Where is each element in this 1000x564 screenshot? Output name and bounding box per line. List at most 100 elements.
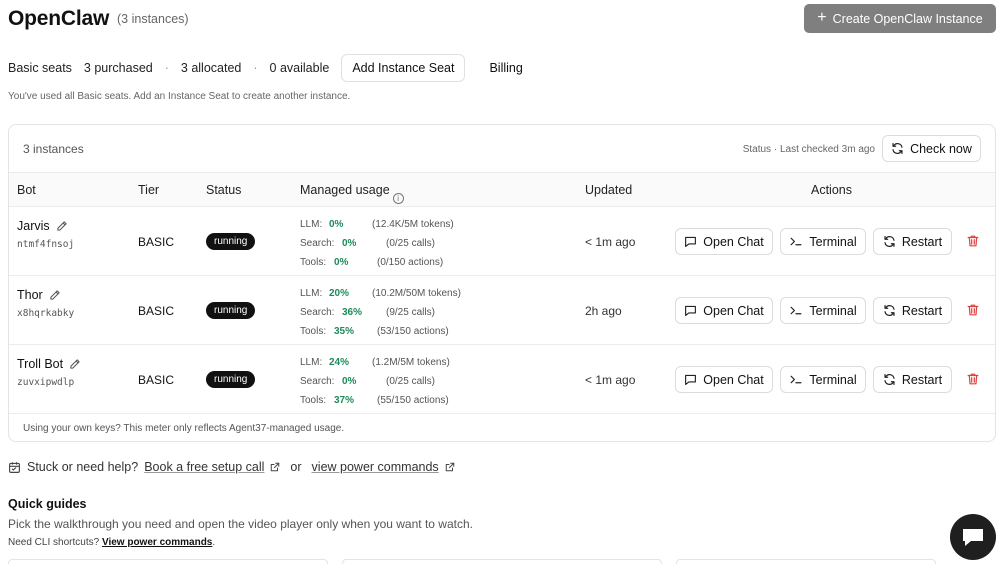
- cli-shortcuts-line: Need CLI shortcuts? View power commands.: [8, 537, 215, 548]
- view-power-commands-link[interactable]: view power commands: [312, 460, 439, 474]
- pencil-icon[interactable]: [69, 358, 81, 370]
- usage-meter: LLM: 20% (10.2M/50M tokens) Search: 36% (9/2…: [300, 284, 560, 341]
- restart-button[interactable]: Restart: [873, 297, 952, 324]
- guide-card[interactable]: [342, 559, 662, 564]
- status-last-checked: Status · Last checked 3m ago: [742, 144, 875, 155]
- usage-tools-detail: (0/150 actions): [377, 257, 444, 268]
- open-chat-label: Open Chat: [703, 372, 764, 387]
- refresh-icon: [884, 236, 895, 247]
- bot-name-label: Thor: [17, 288, 43, 302]
- seats-purchased: 3 purchased: [83, 61, 153, 75]
- terminal-label: Terminal: [809, 234, 857, 249]
- support-chat-button[interactable]: [950, 514, 996, 560]
- updated-time: < 1m ago: [585, 373, 636, 387]
- calendar-icon: [9, 461, 20, 473]
- instances-card: 3 instances Status · Last checked 3m ago…: [8, 124, 996, 442]
- guide-card[interactable]: [8, 559, 328, 564]
- updated-time: < 1m ago: [585, 235, 636, 249]
- bot-name: Thor: [17, 288, 61, 302]
- seats-allocated: 3 allocated: [180, 61, 242, 75]
- quick-guides-title: Quick guides: [8, 497, 87, 511]
- table-header: Bot Tier Status Managed usage i Updated A…: [9, 173, 995, 207]
- book-setup-call-link[interactable]: Book a free setup call: [144, 460, 264, 474]
- usage-footnote: Using your own keys? This meter only ref…: [23, 423, 345, 434]
- help-prefix: Stuck or need help?: [27, 460, 139, 474]
- instances-count: 3 instances: [23, 142, 84, 156]
- restart-button[interactable]: Restart: [873, 228, 952, 255]
- usage-llm-detail: (10.2M/50M tokens): [372, 288, 461, 299]
- usage-tools-detail: (55/150 actions): [377, 395, 449, 406]
- external-link-icon: [445, 462, 454, 472]
- trash-icon[interactable]: [966, 303, 980, 317]
- seats-bar: Basic seats 3 purchased · 3 allocated · …: [8, 54, 523, 82]
- separator: ·: [164, 61, 169, 75]
- instance-count: (3 instances): [117, 12, 189, 26]
- usage-llm-pct: 24%: [329, 357, 350, 368]
- status-badge: running: [206, 302, 256, 319]
- usage-tools-label: Tools:: [300, 257, 327, 268]
- refresh-icon: [884, 374, 895, 385]
- billing-link[interactable]: Billing: [489, 61, 522, 75]
- seats-note: You've used all Basic seats. Add an Inst…: [8, 91, 351, 102]
- usage-meter: LLM: 0% (12.4K/5M tokens) Search: 0% (0/25 c…: [300, 215, 560, 272]
- open-chat-label: Open Chat: [703, 234, 764, 249]
- tier-value: BASIC: [138, 373, 175, 387]
- cli-prefix: Need CLI shortcuts?: [8, 537, 100, 548]
- usage-tools-pct: 35%: [334, 326, 355, 337]
- col-updated: Updated: [585, 183, 633, 197]
- usage-search-pct: 36%: [342, 307, 363, 318]
- restart-label: Restart: [901, 234, 943, 249]
- add-instance-seat-button[interactable]: Add Instance Seat: [341, 54, 466, 82]
- usage-search-label: Search:: [300, 307, 335, 318]
- terminal-button[interactable]: Terminal: [780, 228, 866, 255]
- usage-search-pct: 0%: [342, 376, 357, 387]
- usage-search-label: Search:: [300, 376, 335, 387]
- refresh-icon: [892, 143, 903, 154]
- seats-available: 0 available: [269, 61, 330, 75]
- seats-label: Basic seats: [8, 61, 72, 75]
- col-usage-label: Managed usage: [300, 183, 390, 197]
- terminal-button[interactable]: Terminal: [780, 297, 866, 324]
- pencil-icon[interactable]: [49, 289, 61, 301]
- usage-search-detail: (0/25 calls): [386, 376, 435, 387]
- updated-time: 2h ago: [585, 304, 622, 318]
- col-bot: Bot: [17, 183, 36, 197]
- create-instance-label: Create OpenClaw Instance: [832, 11, 983, 26]
- chat-icon: [685, 305, 697, 316]
- tier-value: BASIC: [138, 235, 175, 249]
- bot-id: ntmf4fnsoj: [17, 239, 75, 250]
- bot-name: Jarvis: [17, 219, 68, 233]
- help-or: or: [290, 460, 302, 474]
- open-chat-label: Open Chat: [703, 303, 764, 318]
- col-tier: Tier: [138, 183, 160, 197]
- terminal-label: Terminal: [809, 303, 857, 318]
- view-power-commands-link[interactable]: View power commands: [102, 537, 212, 548]
- guide-card[interactable]: [676, 559, 936, 564]
- terminal-label: Terminal: [809, 372, 857, 387]
- open-chat-button[interactable]: Open Chat: [675, 297, 773, 324]
- table-row: Troll Bot zuvxipwdlp BASIC running LLM: 2…: [9, 345, 995, 414]
- usage-search-detail: (0/25 calls): [386, 238, 435, 249]
- refresh-icon: [884, 305, 895, 316]
- bot-name-label: Jarvis: [17, 219, 50, 233]
- open-chat-button[interactable]: Open Chat: [675, 366, 773, 393]
- trash-icon[interactable]: [966, 234, 980, 248]
- info-icon[interactable]: i: [392, 193, 404, 204]
- pencil-icon[interactable]: [56, 220, 68, 232]
- open-chat-button[interactable]: Open Chat: [675, 228, 773, 255]
- bot-id: x8hqrkabky: [17, 308, 75, 319]
- terminal-button[interactable]: Terminal: [780, 366, 866, 393]
- usage-search-label: Search:: [300, 238, 335, 249]
- table-row: Thor x8hqrkabky BASIC running LLM: 20% (10…: [9, 276, 995, 345]
- check-now-button[interactable]: Check now: [882, 135, 981, 162]
- check-now-label: Check now: [910, 141, 972, 156]
- card-toolbar: 3 instances Status · Last checked 3m ago…: [9, 125, 995, 173]
- usage-tools-label: Tools:: [300, 326, 327, 337]
- restart-button[interactable]: Restart: [873, 366, 952, 393]
- usage-tools-detail: (53/150 actions): [377, 326, 449, 337]
- create-instance-button[interactable]: + Create OpenClaw Instance: [804, 4, 996, 33]
- col-status: Status: [206, 183, 242, 197]
- usage-llm-detail: (1.2M/5M tokens): [372, 357, 450, 368]
- tier-value: BASIC: [138, 304, 175, 318]
- trash-icon[interactable]: [966, 372, 980, 386]
